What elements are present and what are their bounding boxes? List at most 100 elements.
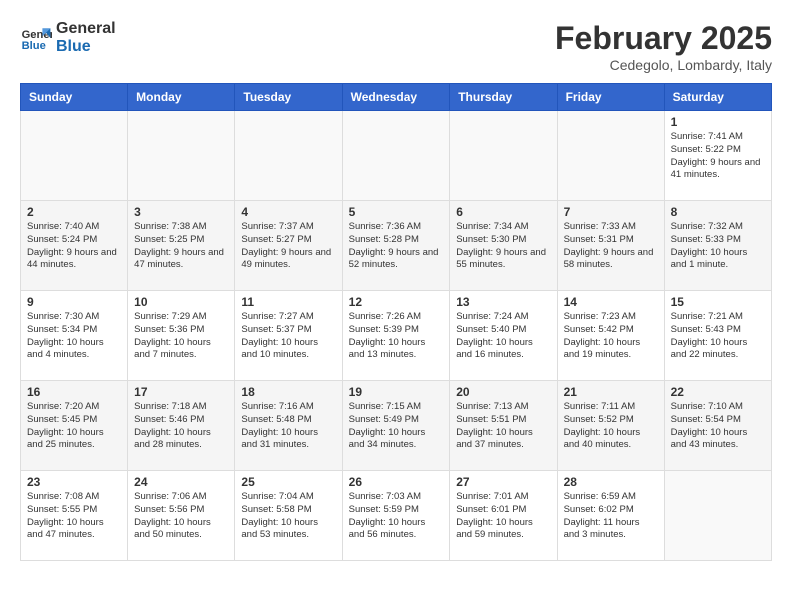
day-info: Sunrise: 7:13 AM Sunset: 5:51 PM Dayligh… bbox=[456, 401, 550, 452]
calendar-cell bbox=[450, 111, 557, 201]
day-info: Sunrise: 7:27 AM Sunset: 5:37 PM Dayligh… bbox=[241, 311, 335, 362]
day-number: 12 bbox=[349, 295, 444, 309]
calendar-cell: 17 Sunrise: 7:18 AM Sunset: 5:46 PM Dayli… bbox=[128, 381, 235, 471]
col-wednesday: Wednesday bbox=[342, 84, 450, 111]
day-info: Sunrise: 7:41 AM Sunset: 5:22 PM Dayligh… bbox=[671, 131, 765, 182]
day-info: Sunrise: 7:15 AM Sunset: 5:49 PM Dayligh… bbox=[349, 401, 444, 452]
day-info: Sunrise: 7:23 AM Sunset: 5:42 PM Dayligh… bbox=[564, 311, 658, 362]
calendar-cell: 4 Sunrise: 7:37 AM Sunset: 5:27 PM Daylig… bbox=[235, 201, 342, 291]
day-number: 2 bbox=[27, 205, 121, 219]
day-number: 20 bbox=[456, 385, 550, 399]
day-info: Sunrise: 7:16 AM Sunset: 5:48 PM Dayligh… bbox=[241, 401, 335, 452]
calendar-week-row: 1 Sunrise: 7:41 AM Sunset: 5:22 PM Daylig… bbox=[21, 111, 772, 201]
day-info: Sunrise: 7:03 AM Sunset: 5:59 PM Dayligh… bbox=[349, 491, 444, 542]
day-number: 6 bbox=[456, 205, 550, 219]
calendar-cell: 24 Sunrise: 7:06 AM Sunset: 5:56 PM Dayli… bbox=[128, 471, 235, 561]
logo-icon: General Blue bbox=[20, 22, 52, 54]
month-year: February 2025 bbox=[555, 20, 772, 57]
calendar-week-row: 9Sunrise: 7:30 AM Sunset: 5:34 PM Daylig… bbox=[21, 291, 772, 381]
day-number: 5 bbox=[349, 205, 444, 219]
calendar-cell: 20 Sunrise: 7:13 AM Sunset: 5:51 PM Dayli… bbox=[450, 381, 557, 471]
day-number: 17 bbox=[134, 385, 228, 399]
calendar-week-row: 16 Sunrise: 7:20 AM Sunset: 5:45 PM Dayli… bbox=[21, 381, 772, 471]
calendar-cell: 22 Sunrise: 7:10 AM Sunset: 5:54 PM Dayli… bbox=[664, 381, 771, 471]
calendar-week-row: 2 Sunrise: 7:40 AM Sunset: 5:24 PM Daylig… bbox=[21, 201, 772, 291]
calendar-cell: 15 Sunrise: 7:21 AM Sunset: 5:43 PM Dayli… bbox=[664, 291, 771, 381]
day-info: Sunrise: 7:37 AM Sunset: 5:27 PM Dayligh… bbox=[241, 221, 335, 272]
day-number: 28 bbox=[564, 475, 658, 489]
day-number: 25 bbox=[241, 475, 335, 489]
calendar-cell bbox=[21, 111, 128, 201]
calendar-cell: 12 Sunrise: 7:26 AM Sunset: 5:39 PM Dayli… bbox=[342, 291, 450, 381]
col-monday: Monday bbox=[128, 84, 235, 111]
day-info: Sunrise: 7:01 AM Sunset: 6:01 PM Dayligh… bbox=[456, 491, 550, 542]
calendar-cell: 3 Sunrise: 7:38 AM Sunset: 5:25 PM Daylig… bbox=[128, 201, 235, 291]
calendar-week-row: 23 Sunrise: 7:08 AM Sunset: 5:55 PM Dayli… bbox=[21, 471, 772, 561]
day-info: Sunrise: 7:38 AM Sunset: 5:25 PM Dayligh… bbox=[134, 221, 228, 272]
calendar-cell: 1 Sunrise: 7:41 AM Sunset: 5:22 PM Daylig… bbox=[664, 111, 771, 201]
day-number: 10 bbox=[134, 295, 228, 309]
calendar: Sunday Monday Tuesday Wednesday Thursday… bbox=[20, 83, 772, 561]
calendar-cell: 10 Sunrise: 7:29 AM Sunset: 5:36 PM Dayli… bbox=[128, 291, 235, 381]
day-number: 23 bbox=[27, 475, 121, 489]
day-number: 11 bbox=[241, 295, 335, 309]
day-info: Sunrise: 6:59 AM Sunset: 6:02 PM Dayligh… bbox=[564, 491, 658, 542]
day-number: 1 bbox=[671, 115, 765, 129]
day-number: 4 bbox=[241, 205, 335, 219]
calendar-cell: 16 Sunrise: 7:20 AM Sunset: 5:45 PM Dayli… bbox=[21, 381, 128, 471]
page-header: General Blue General Blue February 2025 … bbox=[20, 20, 772, 73]
day-info: Sunrise: 7:08 AM Sunset: 5:55 PM Dayligh… bbox=[27, 491, 121, 542]
day-info: Sunrise: 7:06 AM Sunset: 5:56 PM Dayligh… bbox=[134, 491, 228, 542]
calendar-cell: 8 Sunrise: 7:32 AM Sunset: 5:33 PM Daylig… bbox=[664, 201, 771, 291]
calendar-header-row: Sunday Monday Tuesday Wednesday Thursday… bbox=[21, 84, 772, 111]
day-info: Sunrise: 7:34 AM Sunset: 5:30 PM Dayligh… bbox=[456, 221, 550, 272]
day-info: Sunrise: 7:30 AM Sunset: 5:34 PM Dayligh… bbox=[27, 311, 121, 362]
day-info: Sunrise: 7:29 AM Sunset: 5:36 PM Dayligh… bbox=[134, 311, 228, 362]
day-info: Sunrise: 7:32 AM Sunset: 5:33 PM Dayligh… bbox=[671, 221, 765, 272]
day-info: Sunrise: 7:40 AM Sunset: 5:24 PM Dayligh… bbox=[27, 221, 121, 272]
day-number: 24 bbox=[134, 475, 228, 489]
day-number: 21 bbox=[564, 385, 658, 399]
calendar-cell bbox=[128, 111, 235, 201]
logo: General Blue General Blue bbox=[20, 20, 116, 55]
day-number: 7 bbox=[564, 205, 658, 219]
calendar-cell bbox=[342, 111, 450, 201]
calendar-cell: 18 Sunrise: 7:16 AM Sunset: 5:48 PM Dayli… bbox=[235, 381, 342, 471]
day-number: 18 bbox=[241, 385, 335, 399]
day-number: 19 bbox=[349, 385, 444, 399]
day-info: Sunrise: 7:11 AM Sunset: 5:52 PM Dayligh… bbox=[564, 401, 658, 452]
calendar-cell: 13Sunrise: 7:24 AM Sunset: 5:40 PM Dayli… bbox=[450, 291, 557, 381]
day-info: Sunrise: 7:20 AM Sunset: 5:45 PM Dayligh… bbox=[27, 401, 121, 452]
day-info: Sunrise: 7:26 AM Sunset: 5:39 PM Dayligh… bbox=[349, 311, 444, 362]
calendar-cell: 27 Sunrise: 7:01 AM Sunset: 6:01 PM Dayli… bbox=[450, 471, 557, 561]
day-info: Sunrise: 7:10 AM Sunset: 5:54 PM Dayligh… bbox=[671, 401, 765, 452]
day-number: 16 bbox=[27, 385, 121, 399]
calendar-cell: 21 Sunrise: 7:11 AM Sunset: 5:52 PM Dayli… bbox=[557, 381, 664, 471]
calendar-cell: 26 Sunrise: 7:03 AM Sunset: 5:59 PM Dayli… bbox=[342, 471, 450, 561]
day-info: Sunrise: 7:36 AM Sunset: 5:28 PM Dayligh… bbox=[349, 221, 444, 272]
calendar-cell bbox=[557, 111, 664, 201]
day-number: 14 bbox=[564, 295, 658, 309]
day-number: 27 bbox=[456, 475, 550, 489]
day-info: Sunrise: 7:24 AM Sunset: 5:40 PM Dayligh… bbox=[456, 311, 550, 362]
calendar-cell bbox=[664, 471, 771, 561]
calendar-cell: 5 Sunrise: 7:36 AM Sunset: 5:28 PM Daylig… bbox=[342, 201, 450, 291]
col-thursday: Thursday bbox=[450, 84, 557, 111]
calendar-cell: 19 Sunrise: 7:15 AM Sunset: 5:49 PM Dayli… bbox=[342, 381, 450, 471]
col-friday: Friday bbox=[557, 84, 664, 111]
calendar-cell: 9Sunrise: 7:30 AM Sunset: 5:34 PM Daylig… bbox=[21, 291, 128, 381]
day-info: Sunrise: 7:18 AM Sunset: 5:46 PM Dayligh… bbox=[134, 401, 228, 452]
calendar-cell: 25 Sunrise: 7:04 AM Sunset: 5:58 PM Dayli… bbox=[235, 471, 342, 561]
day-number: 3 bbox=[134, 205, 228, 219]
calendar-cell: 6 Sunrise: 7:34 AM Sunset: 5:30 PM Daylig… bbox=[450, 201, 557, 291]
day-number: 15 bbox=[671, 295, 765, 309]
calendar-cell bbox=[235, 111, 342, 201]
day-number: 22 bbox=[671, 385, 765, 399]
day-number: 26 bbox=[349, 475, 444, 489]
calendar-cell: 11 Sunrise: 7:27 AM Sunset: 5:37 PM Dayli… bbox=[235, 291, 342, 381]
day-number: 8 bbox=[671, 205, 765, 219]
logo-text: General Blue bbox=[56, 20, 116, 55]
day-info: Sunrise: 7:04 AM Sunset: 5:58 PM Dayligh… bbox=[241, 491, 335, 542]
day-info: Sunrise: 7:33 AM Sunset: 5:31 PM Dayligh… bbox=[564, 221, 658, 272]
day-info: Sunrise: 7:21 AM Sunset: 5:43 PM Dayligh… bbox=[671, 311, 765, 362]
